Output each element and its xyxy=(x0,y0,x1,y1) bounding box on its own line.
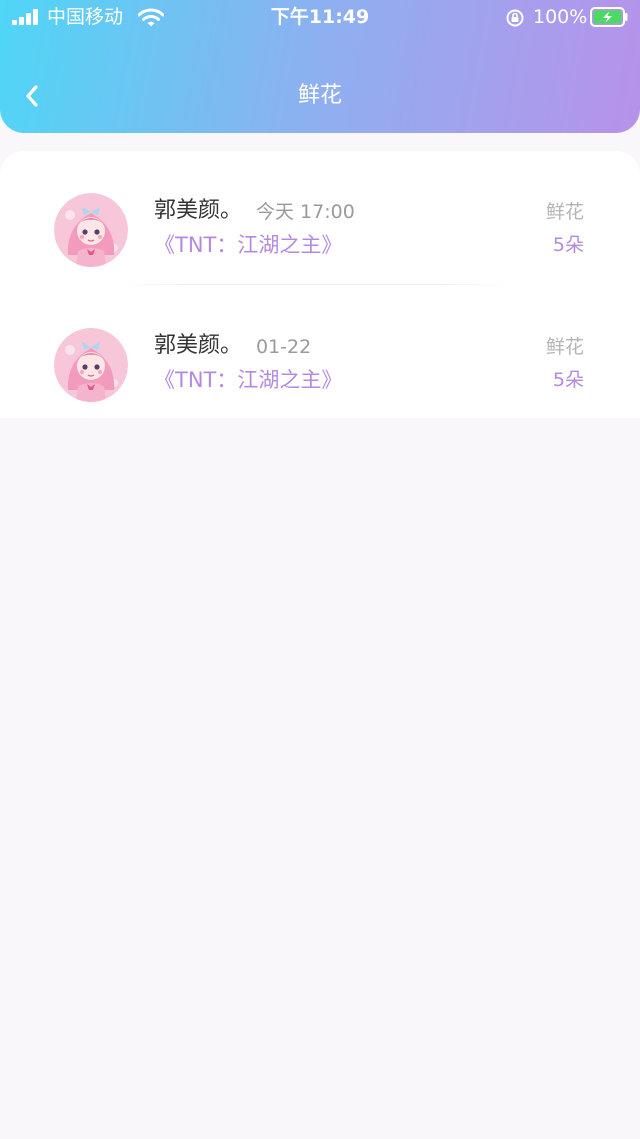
gift-record-list: 郭美颜。 今天 17:00 《TNT：江湖之主》 鲜花 5朵 郭美颜。 01-2… xyxy=(0,151,640,418)
gift-type: 鲜花 xyxy=(545,336,584,358)
avatar-image xyxy=(54,193,128,267)
status-bar: 中国移动 下午11:49 100% xyxy=(0,0,640,36)
gift-count: 5朵 xyxy=(552,234,584,256)
battery-icon xyxy=(590,7,628,27)
page-title: 鲜花 xyxy=(297,83,342,108)
book-title[interactable]: 《TNT：江湖之主》 xyxy=(154,229,342,261)
gift-type: 鲜花 xyxy=(545,201,584,223)
sender-name: 郭美颜。 xyxy=(154,198,243,223)
gift-time: 01-22 xyxy=(256,336,312,358)
rotation-lock-icon xyxy=(506,9,524,27)
gift-time: 今天 17:00 xyxy=(256,201,355,223)
avatar-image xyxy=(54,328,128,402)
header: 中国移动 下午11:49 100% 鲜花 xyxy=(0,0,640,133)
battery-percent: 100% xyxy=(533,6,588,28)
book-title[interactable]: 《TNT：江湖之主》 xyxy=(154,364,342,396)
avatar[interactable] xyxy=(54,328,128,402)
nav-bar: 鲜花 xyxy=(0,60,640,132)
list-item[interactable]: 郭美颜。 今天 17:00 《TNT：江湖之主》 鲜花 5朵 xyxy=(0,151,640,285)
list-item[interactable]: 郭美颜。 01-22 《TNT：江湖之主》 鲜花 5朵 xyxy=(0,285,640,419)
sender-name: 郭美颜。 xyxy=(154,333,243,358)
avatar[interactable] xyxy=(54,193,128,267)
gift-count: 5朵 xyxy=(552,369,584,391)
